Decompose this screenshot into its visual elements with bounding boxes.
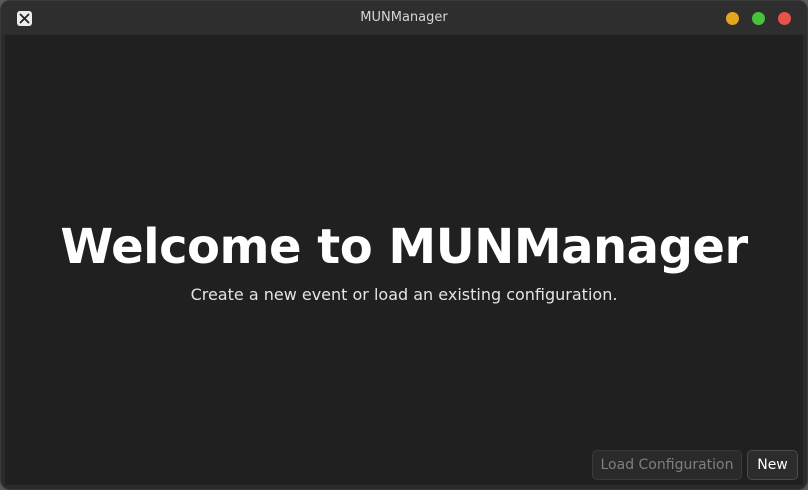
window-title: MUNManager: [360, 10, 448, 25]
main-content: Welcome to MUNManager Create a new event…: [5, 35, 803, 485]
maximize-button[interactable]: [752, 12, 765, 25]
minimize-button[interactable]: [726, 12, 739, 25]
title-bar[interactable]: MUNManager: [1, 1, 807, 34]
close-button[interactable]: [778, 12, 791, 25]
new-button[interactable]: New: [747, 450, 798, 480]
welcome-heading: Welcome to MUNManager: [60, 219, 748, 275]
load-configuration-button[interactable]: Load Configuration: [592, 450, 742, 480]
welcome-subtitle: Create a new event or load an existing c…: [190, 285, 618, 304]
app-window: MUNManager Welcome to MUNManager Create …: [0, 0, 808, 490]
